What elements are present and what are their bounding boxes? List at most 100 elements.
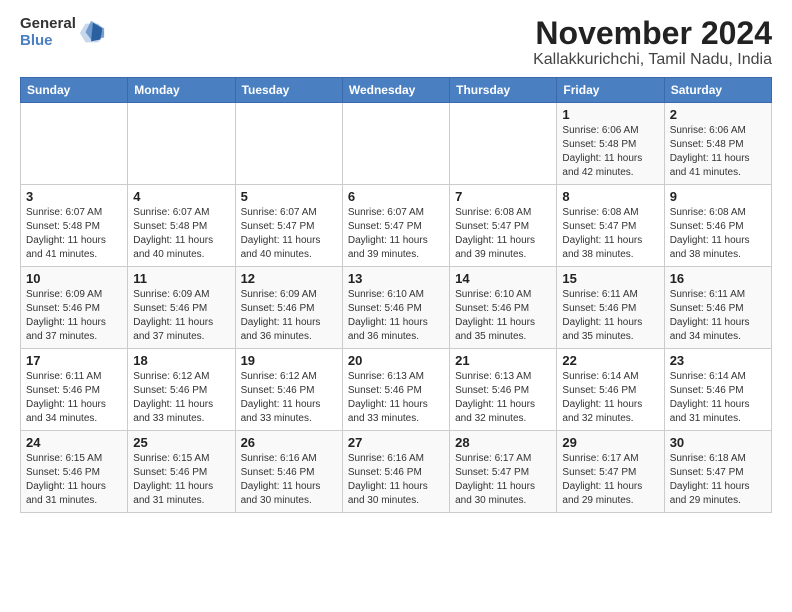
day-info: Sunrise: 6:07 AM Sunset: 5:47 PM Dayligh… bbox=[348, 206, 444, 262]
calendar-week-row: 10 Sunrise: 6:09 AM Sunset: 5:46 PM Dayli… bbox=[21, 267, 772, 349]
calendar-cell bbox=[235, 103, 342, 185]
day-number: 20 bbox=[348, 353, 444, 368]
day-info: Sunrise: 6:08 AM Sunset: 5:46 PM Dayligh… bbox=[670, 206, 766, 262]
day-number: 17 bbox=[26, 353, 122, 368]
calendar-cell: 30 Sunrise: 6:18 AM Sunset: 5:47 PM Dayli… bbox=[664, 431, 771, 513]
day-info: Sunrise: 6:17 AM Sunset: 5:47 PM Dayligh… bbox=[455, 452, 551, 508]
top-row: General Blue November 2024 Kallakkurichc… bbox=[20, 16, 772, 69]
logo-text: General Blue bbox=[20, 16, 106, 49]
calendar-cell: 9 Sunrise: 6:08 AM Sunset: 5:46 PM Daylig… bbox=[664, 185, 771, 267]
calendar-cell: 23 Sunrise: 6:14 AM Sunset: 5:46 PM Dayli… bbox=[664, 349, 771, 431]
calendar-cell: 21 Sunrise: 6:13 AM Sunset: 5:46 PM Dayli… bbox=[450, 349, 557, 431]
day-info: Sunrise: 6:16 AM Sunset: 5:46 PM Dayligh… bbox=[348, 452, 444, 508]
day-number: 28 bbox=[455, 435, 551, 450]
day-info: Sunrise: 6:06 AM Sunset: 5:48 PM Dayligh… bbox=[562, 124, 658, 180]
calendar-week-row: 3 Sunrise: 6:07 AM Sunset: 5:48 PM Daylig… bbox=[21, 185, 772, 267]
day-info: Sunrise: 6:16 AM Sunset: 5:46 PM Dayligh… bbox=[241, 452, 337, 508]
day-number: 30 bbox=[670, 435, 766, 450]
day-info: Sunrise: 6:13 AM Sunset: 5:46 PM Dayligh… bbox=[348, 370, 444, 426]
day-info: Sunrise: 6:08 AM Sunset: 5:47 PM Dayligh… bbox=[455, 206, 551, 262]
day-info: Sunrise: 6:14 AM Sunset: 5:46 PM Dayligh… bbox=[562, 370, 658, 426]
calendar-cell: 5Sunrise: 6:07 AM Sunset: 5:47 PM Daylig… bbox=[235, 185, 342, 267]
day-number: 12 bbox=[241, 271, 337, 286]
day-number: 18 bbox=[133, 353, 229, 368]
day-number: 16 bbox=[670, 271, 766, 286]
day-info: Sunrise: 6:15 AM Sunset: 5:46 PM Dayligh… bbox=[133, 452, 229, 508]
day-number: 22 bbox=[562, 353, 658, 368]
day-number: 25 bbox=[133, 435, 229, 450]
logo-blue: Blue bbox=[20, 33, 76, 50]
calendar-cell: 18Sunrise: 6:12 AM Sunset: 5:46 PM Dayli… bbox=[128, 349, 235, 431]
calendar-header-row: SundayMondayTuesdayWednesdayThursdayFrid… bbox=[21, 78, 772, 103]
calendar-cell: 8 Sunrise: 6:08 AM Sunset: 5:47 PM Daylig… bbox=[557, 185, 664, 267]
calendar-cell: 28 Sunrise: 6:17 AM Sunset: 5:47 PM Dayli… bbox=[450, 431, 557, 513]
day-info: Sunrise: 6:18 AM Sunset: 5:47 PM Dayligh… bbox=[670, 452, 766, 508]
logo-wordmark: General Blue bbox=[20, 16, 76, 49]
location-title: Kallakkurichchi, Tamil Nadu, India bbox=[533, 51, 772, 69]
calendar-cell bbox=[21, 103, 128, 185]
calendar-cell: 6Sunrise: 6:07 AM Sunset: 5:47 PM Daylig… bbox=[342, 185, 449, 267]
calendar-cell: 27 Sunrise: 6:16 AM Sunset: 5:46 PM Dayli… bbox=[342, 431, 449, 513]
day-number: 27 bbox=[348, 435, 444, 450]
calendar-cell: 2Sunrise: 6:06 AM Sunset: 5:48 PM Daylig… bbox=[664, 103, 771, 185]
day-number: 21 bbox=[455, 353, 551, 368]
day-number: 13 bbox=[348, 271, 444, 286]
calendar-cell: 3Sunrise: 6:07 AM Sunset: 5:48 PM Daylig… bbox=[21, 185, 128, 267]
calendar-cell: 15Sunrise: 6:11 AM Sunset: 5:46 PM Dayli… bbox=[557, 267, 664, 349]
header-day-friday: Friday bbox=[557, 78, 664, 103]
day-info: Sunrise: 6:15 AM Sunset: 5:46 PM Dayligh… bbox=[26, 452, 122, 508]
calendar-cell: 17Sunrise: 6:11 AM Sunset: 5:46 PM Dayli… bbox=[21, 349, 128, 431]
header-day-saturday: Saturday bbox=[664, 78, 771, 103]
calendar-cell: 11 Sunrise: 6:09 AM Sunset: 5:46 PM Dayli… bbox=[128, 267, 235, 349]
day-number: 1 bbox=[562, 107, 658, 122]
calendar-cell bbox=[342, 103, 449, 185]
calendar-cell: 26 Sunrise: 6:16 AM Sunset: 5:46 PM Dayli… bbox=[235, 431, 342, 513]
calendar-body: 1 Sunrise: 6:06 AM Sunset: 5:48 PM Daylig… bbox=[21, 103, 772, 513]
calendar-cell: 16 Sunrise: 6:11 AM Sunset: 5:46 PM Dayli… bbox=[664, 267, 771, 349]
logo-general: General bbox=[20, 16, 76, 33]
day-info: Sunrise: 6:06 AM Sunset: 5:48 PM Dayligh… bbox=[670, 124, 766, 180]
day-info: Sunrise: 6:09 AM Sunset: 5:46 PM Dayligh… bbox=[26, 288, 122, 344]
day-info: Sunrise: 6:11 AM Sunset: 5:46 PM Dayligh… bbox=[670, 288, 766, 344]
header-day-monday: Monday bbox=[128, 78, 235, 103]
day-number: 11 bbox=[133, 271, 229, 286]
day-info: Sunrise: 6:12 AM Sunset: 5:46 PM Dayligh… bbox=[241, 370, 337, 426]
logo: General Blue bbox=[20, 16, 106, 49]
calendar-week-row: 1 Sunrise: 6:06 AM Sunset: 5:48 PM Daylig… bbox=[21, 103, 772, 185]
day-info: Sunrise: 6:10 AM Sunset: 5:46 PM Dayligh… bbox=[348, 288, 444, 344]
day-number: 8 bbox=[562, 189, 658, 204]
calendar-week-row: 17Sunrise: 6:11 AM Sunset: 5:46 PM Dayli… bbox=[21, 349, 772, 431]
calendar-cell bbox=[128, 103, 235, 185]
day-info: Sunrise: 6:14 AM Sunset: 5:46 PM Dayligh… bbox=[670, 370, 766, 426]
month-title: November 2024 bbox=[533, 16, 772, 51]
calendar-cell: 7 Sunrise: 6:08 AM Sunset: 5:47 PM Daylig… bbox=[450, 185, 557, 267]
day-number: 7 bbox=[455, 189, 551, 204]
calendar-cell: 24 Sunrise: 6:15 AM Sunset: 5:46 PM Dayli… bbox=[21, 431, 128, 513]
day-number: 4 bbox=[133, 189, 229, 204]
day-number: 24 bbox=[26, 435, 122, 450]
header-day-sunday: Sunday bbox=[21, 78, 128, 103]
day-number: 29 bbox=[562, 435, 658, 450]
day-number: 14 bbox=[455, 271, 551, 286]
day-info: Sunrise: 6:07 AM Sunset: 5:47 PM Dayligh… bbox=[241, 206, 337, 262]
calendar-cell: 29 Sunrise: 6:17 AM Sunset: 5:47 PM Dayli… bbox=[557, 431, 664, 513]
day-number: 3 bbox=[26, 189, 122, 204]
header-day-tuesday: Tuesday bbox=[235, 78, 342, 103]
day-info: Sunrise: 6:08 AM Sunset: 5:47 PM Dayligh… bbox=[562, 206, 658, 262]
calendar-cell: 13 Sunrise: 6:10 AM Sunset: 5:46 PM Dayli… bbox=[342, 267, 449, 349]
calendar-week-row: 24 Sunrise: 6:15 AM Sunset: 5:46 PM Dayli… bbox=[21, 431, 772, 513]
day-number: 23 bbox=[670, 353, 766, 368]
day-info: Sunrise: 6:07 AM Sunset: 5:48 PM Dayligh… bbox=[133, 206, 229, 262]
day-info: Sunrise: 6:13 AM Sunset: 5:46 PM Dayligh… bbox=[455, 370, 551, 426]
calendar-cell: 20 Sunrise: 6:13 AM Sunset: 5:46 PM Dayli… bbox=[342, 349, 449, 431]
day-number: 10 bbox=[26, 271, 122, 286]
day-number: 19 bbox=[241, 353, 337, 368]
calendar-cell bbox=[450, 103, 557, 185]
day-info: Sunrise: 6:09 AM Sunset: 5:46 PM Dayligh… bbox=[133, 288, 229, 344]
calendar-cell: 12Sunrise: 6:09 AM Sunset: 5:46 PM Dayli… bbox=[235, 267, 342, 349]
day-number: 26 bbox=[241, 435, 337, 450]
day-number: 9 bbox=[670, 189, 766, 204]
calendar-cell: 19 Sunrise: 6:12 AM Sunset: 5:46 PM Dayli… bbox=[235, 349, 342, 431]
day-info: Sunrise: 6:17 AM Sunset: 5:47 PM Dayligh… bbox=[562, 452, 658, 508]
calendar-cell: 4 Sunrise: 6:07 AM Sunset: 5:48 PM Daylig… bbox=[128, 185, 235, 267]
